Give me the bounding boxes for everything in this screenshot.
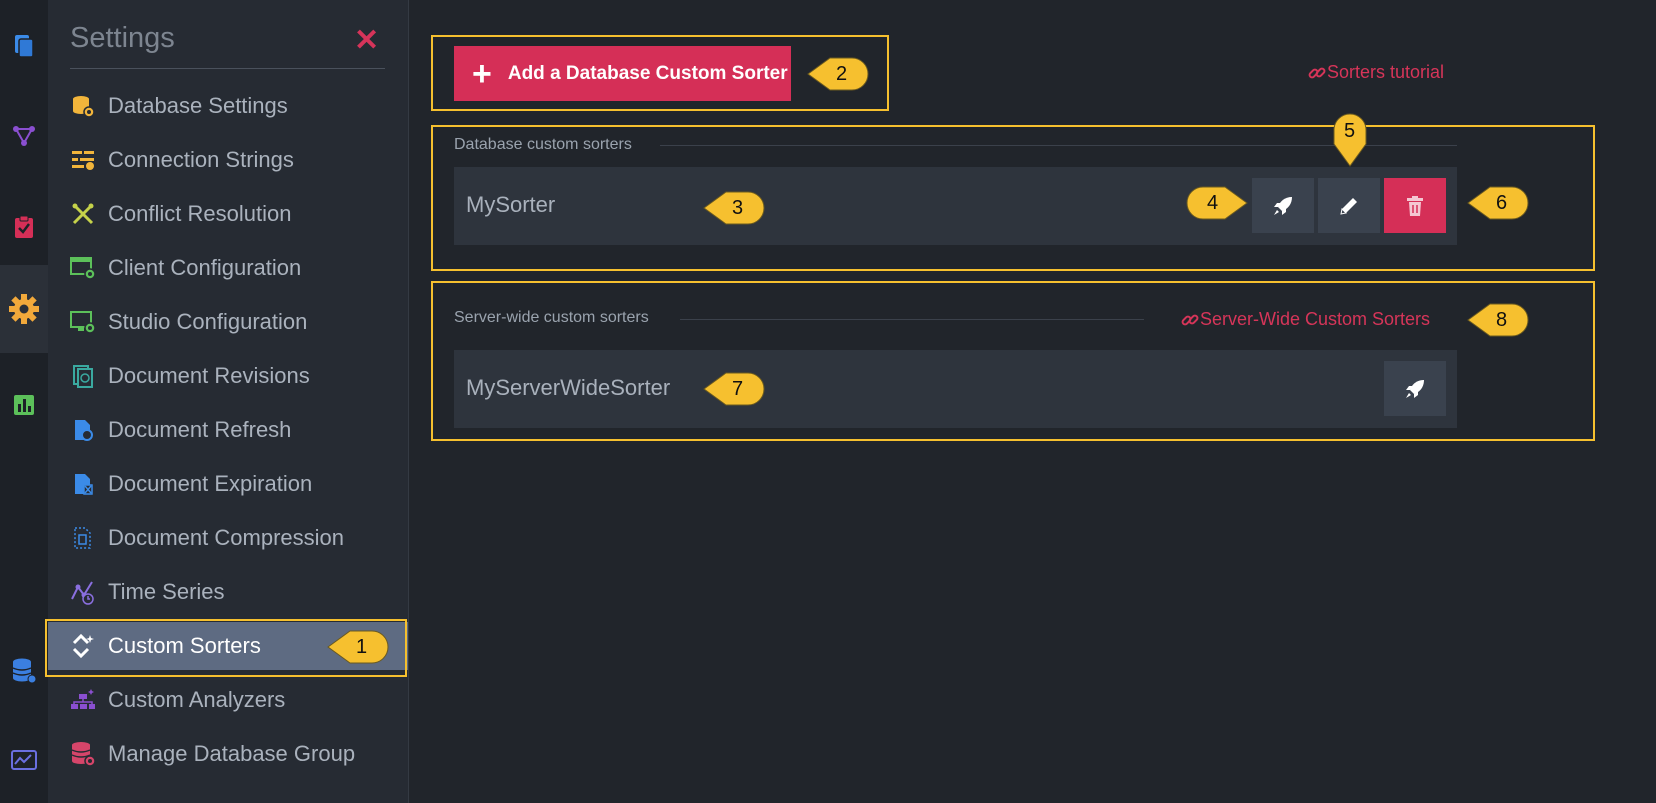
menu-item-manage-database-group[interactable]: Manage Database Group: [48, 730, 408, 778]
database-sorters-section-label: Database custom sorters: [454, 136, 632, 153]
manage-database-group-icon: [70, 741, 96, 767]
studio-configuration-icon: [70, 309, 96, 335]
documents-icon[interactable]: [0, 26, 48, 66]
conflict-resolution-icon: [70, 201, 96, 227]
plus-icon: +: [472, 54, 492, 93]
icon-rail: [0, 0, 49, 803]
menu-label: Time Series: [108, 579, 225, 604]
menu-label: Connection Strings: [108, 147, 294, 172]
link-icon: [1308, 67, 1326, 78]
indexes-icon[interactable]: [0, 115, 48, 155]
settings-panel: Settings ✕ Database Settings Connection …: [48, 0, 409, 803]
connection-strings-icon: [70, 147, 96, 173]
rocket-icon: [1274, 196, 1292, 215]
menu-item-connection-strings[interactable]: Connection Strings: [48, 136, 408, 184]
annotation-badge-4: 4: [1185, 183, 1249, 223]
tasks-clipboard-icon[interactable]: [0, 207, 48, 247]
menu-item-conflict-resolution[interactable]: Conflict Resolution: [48, 190, 408, 238]
trash-icon: [1407, 195, 1423, 216]
section-divider: [680, 319, 1144, 320]
annotation-badge-6: 6: [1466, 183, 1530, 223]
add-button-label: Add a Database Custom Sorter: [507, 62, 788, 84]
client-configuration-icon: [70, 255, 96, 281]
annotation-badge-8: 8: [1466, 300, 1530, 340]
databases-icon[interactable]: [0, 651, 48, 691]
test-server-sorter-button[interactable]: [1384, 361, 1446, 416]
menu-label: Document Compression: [108, 525, 344, 550]
sorters-tutorial-link[interactable]: Sorters tutorial: [1307, 62, 1444, 83]
server-sorters-section-label: Server-wide custom sorters: [454, 309, 649, 326]
document-refresh-icon: [70, 417, 96, 443]
edit-sorter-button[interactable]: [1318, 178, 1380, 233]
custom-analyzers-icon: [70, 687, 96, 713]
server-wide-custom-sorters-link[interactable]: Server-Wide Custom Sorters: [1180, 309, 1430, 330]
menu-item-studio-configuration[interactable]: Studio Configuration: [48, 298, 408, 346]
stats-chart-icon[interactable]: [0, 385, 48, 425]
menu-label: Manage Database Group: [108, 741, 356, 766]
menu-label: Document Refresh: [108, 417, 292, 442]
menu-item-document-refresh[interactable]: Document Refresh: [48, 406, 408, 454]
annotation-badge-5: 5: [1330, 110, 1370, 168]
document-compression-icon: [70, 525, 96, 551]
annotation-badge-2: 2: [806, 54, 870, 94]
menu-label: Client Configuration: [108, 255, 302, 280]
close-icon[interactable]: ✕: [354, 26, 379, 56]
add-database-custom-sorter-button[interactable]: + Add a Database Custom Sorter: [454, 46, 791, 101]
menu-label: Database Settings: [108, 93, 288, 118]
server-sorter-row: MyServerWideSorter: [454, 350, 1457, 428]
menu-label: Document Revisions: [108, 363, 310, 388]
server-wide-link-label: Server-Wide Custom Sorters: [1200, 309, 1431, 329]
menu-label: Document Expiration: [108, 471, 313, 496]
menu-item-time-series[interactable]: Time Series: [48, 568, 408, 616]
menu-label: Custom Analyzers: [108, 687, 286, 712]
panel-divider: [70, 68, 385, 69]
cluster-dashboard-icon[interactable]: [0, 740, 48, 780]
delete-sorter-button[interactable]: [1384, 178, 1446, 233]
menu-label: Conflict Resolution: [108, 201, 292, 226]
rocket-icon: [1406, 379, 1424, 398]
sorter-name: MyServerWideSorter: [466, 375, 671, 400]
pencil-icon: [1340, 197, 1357, 215]
settings-gear-icon[interactable]: [0, 265, 48, 353]
sorter-name: MySorter: [466, 192, 556, 217]
annotation-badge-7: 7: [702, 369, 766, 409]
menu-item-document-compression[interactable]: Document Compression: [48, 514, 408, 562]
annotation-badge-3: 3: [702, 188, 766, 228]
document-expiration-icon: [70, 471, 96, 497]
time-series-icon: [70, 579, 96, 605]
menu-item-document-expiration[interactable]: Document Expiration: [48, 460, 408, 508]
link-icon: [1181, 314, 1199, 325]
panel-title: Settings: [70, 22, 175, 54]
document-revisions-icon: [70, 363, 96, 389]
menu-item-client-configuration[interactable]: Client Configuration: [48, 244, 408, 292]
menu-item-document-revisions[interactable]: Document Revisions: [48, 352, 408, 400]
sorter-row: MySorter: [454, 167, 1457, 245]
menu-item-custom-analyzers[interactable]: Custom Analyzers: [48, 676, 408, 724]
database-settings-icon: [70, 93, 96, 119]
sorters-tutorial-label: Sorters tutorial: [1327, 62, 1445, 82]
menu-label: Studio Configuration: [108, 309, 308, 334]
menu-item-database-settings[interactable]: Database Settings: [48, 82, 408, 130]
test-sorter-button[interactable]: [1252, 178, 1314, 233]
annotation-badge-1: 1: [326, 627, 390, 667]
